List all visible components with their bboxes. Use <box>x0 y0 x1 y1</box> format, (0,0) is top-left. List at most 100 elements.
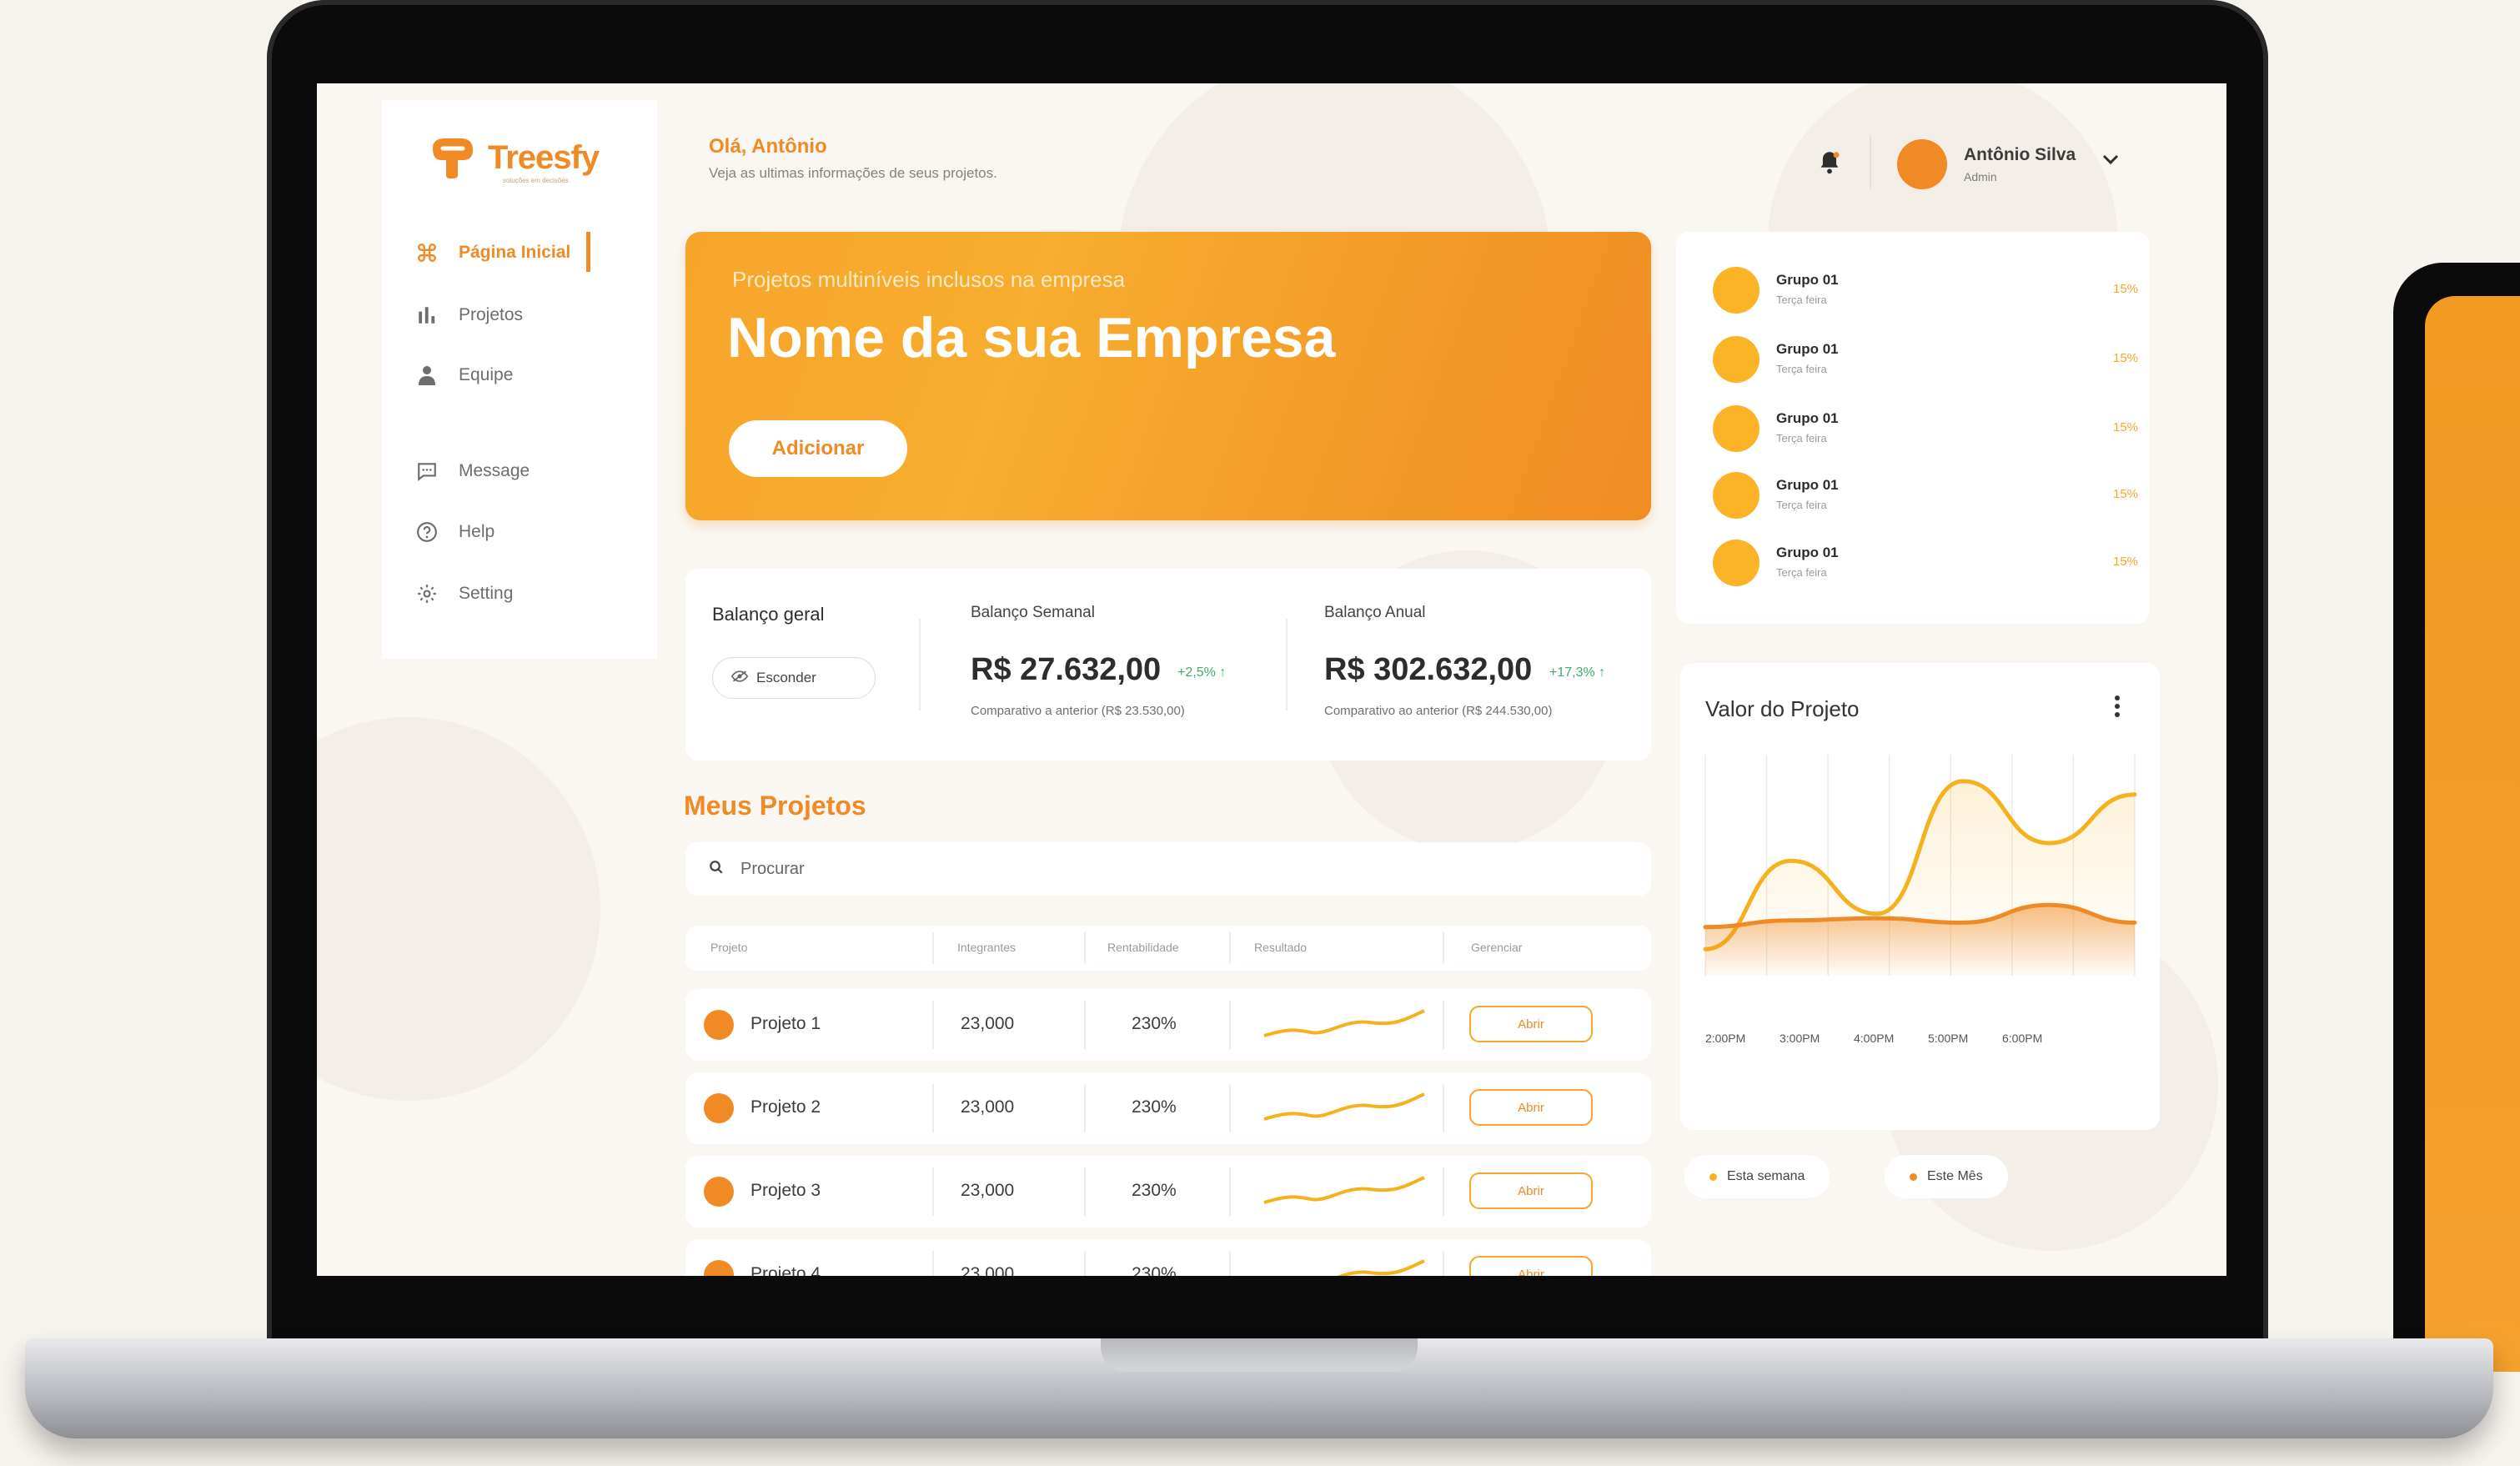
column-header: Gerenciar <box>1471 941 1523 954</box>
search-bar[interactable] <box>685 842 1651 896</box>
table-row[interactable]: Projeto 2 23,000 230% Abrir <box>685 1072 1651 1144</box>
projects-table-header: Projeto Integrantes Rentabilidade Result… <box>685 926 1651 971</box>
balance-card: Balanço geral Esconder Balanço Semanal R… <box>685 569 1651 761</box>
group-day: Terça feira <box>1776 499 1827 511</box>
project-value-card: Valor do Projeto 2:00PM 3:00PM 4:00PM 5:00P… <box>1680 663 2160 1130</box>
x-tick-label: 5:00PM <box>1928 1032 1968 1045</box>
annual-balance-value: R$ 302.632,00 <box>1324 652 1533 687</box>
arrow-up-icon: ↑ <box>1599 665 1606 680</box>
project-profit: 230% <box>1132 1097 1177 1117</box>
sidebar: Treesfy soluções em decisões Página Inic… <box>382 100 657 659</box>
group-name: Grupo 01 <box>1776 410 1839 426</box>
general-balance-label: Balanço geral <box>712 604 825 625</box>
project-name: Projeto 1 <box>750 1014 821 1033</box>
add-button[interactable]: Adicionar <box>729 420 907 477</box>
table-row[interactable]: Projeto 1 23,000 230% Abrir <box>685 989 1651 1061</box>
group-name: Grupo 01 <box>1776 341 1839 357</box>
table-row[interactable]: Projeto 3 23,000 230% Abrir <box>685 1156 1651 1228</box>
balance-divider <box>919 619 921 710</box>
sidebar-item-message[interactable]: Message <box>415 454 530 488</box>
more-options-icon[interactable] <box>2114 695 2121 722</box>
sidebar-item-help[interactable]: Help <box>415 515 494 549</box>
group-day: Terça feira <box>1776 294 1827 306</box>
treesfy-logo-icon <box>433 138 473 178</box>
column-header: Resultado <box>1254 941 1308 954</box>
legend-this-week[interactable]: Esta semana <box>1684 1155 1830 1198</box>
group-avatar <box>1713 267 1759 314</box>
table-row[interactable]: Projeto 4 23,000 230% Abrir <box>685 1239 1651 1276</box>
projects-title: Meus Projetos <box>684 791 866 821</box>
open-project-button[interactable]: Abrir <box>1469 1172 1593 1209</box>
project-avatar <box>704 1177 734 1207</box>
sidebar-item-projects[interactable]: Projetos <box>415 299 523 332</box>
user-name[interactable]: Antônio Silva <box>1964 145 2076 165</box>
bell-icon[interactable] <box>1818 150 1841 179</box>
group-percent: 15% <box>2113 487 2139 501</box>
group-day: Terça feira <box>1776 363 1827 375</box>
gear-icon <box>415 582 439 605</box>
column-divider <box>1084 1167 1086 1216</box>
avatar[interactable] <box>1897 139 1947 189</box>
column-header: Projeto <box>710 941 748 954</box>
chart-title: Valor do Projeto <box>1705 696 1860 721</box>
brand-tagline: soluções em decisões <box>503 177 569 184</box>
sidebar-item-label: Help <box>459 522 495 541</box>
arrow-up-icon: ↑ <box>1219 665 1227 680</box>
open-project-button[interactable]: Abrir <box>1469 1256 1593 1276</box>
open-project-button[interactable]: Abrir <box>1469 1006 1593 1042</box>
group-percent: 15% <box>2113 420 2139 434</box>
column-divider <box>932 1001 934 1049</box>
app-screen: Treesfy soluções em decisões Página Inic… <box>317 83 2226 1276</box>
command-icon <box>415 241 439 264</box>
hide-toggle-button[interactable]: Esconder <box>712 657 876 699</box>
legend-this-month[interactable]: Este Mês <box>1885 1155 2008 1198</box>
project-members: 23,000 <box>961 1014 1015 1033</box>
column-divider <box>1443 932 1444 964</box>
x-tick-label: 2:00PM <box>1705 1032 1745 1045</box>
column-divider <box>1229 1084 1231 1132</box>
sidebar-item-setting[interactable]: Setting <box>415 577 513 610</box>
weekly-balance-label: Balanço Semanal <box>971 604 1095 621</box>
group-avatar <box>1713 540 1759 586</box>
weekly-balance-note: Comparativo a anterior (R$ 23.530,00) <box>971 704 1185 718</box>
group-percent: 15% <box>2113 282 2139 296</box>
column-divider <box>932 1084 934 1132</box>
result-sparkline <box>1263 1009 1425 1037</box>
laptop-notch <box>1101 1338 1418 1372</box>
user-icon <box>415 364 439 387</box>
column-divider <box>1443 1001 1444 1049</box>
annual-balance-note: Comparativo ao anterior (R$ 244.530,00) <box>1324 704 1553 718</box>
group-avatar <box>1713 336 1759 383</box>
secondary-device-screen <box>2425 296 2520 1372</box>
sidebar-item-home[interactable]: Página Inicial <box>415 236 570 269</box>
header-divider <box>1870 135 1871 188</box>
annual-balance-label: Balanço Anual <box>1324 604 1426 621</box>
chevron-down-icon[interactable] <box>2101 153 2120 169</box>
greeting-subtitle: Veja as ultimas informações de seus proj… <box>709 165 997 181</box>
column-divider <box>1084 1251 1086 1276</box>
group-avatar <box>1713 472 1759 519</box>
column-divider <box>1229 1167 1231 1216</box>
x-tick-label: 3:00PM <box>1780 1032 1820 1045</box>
column-divider <box>1443 1084 1444 1132</box>
brand-logo[interactable]: Treesfy <box>428 135 600 180</box>
open-project-button[interactable]: Abrir <box>1469 1089 1593 1126</box>
active-nav-indicator <box>586 232 590 272</box>
sidebar-item-team[interactable]: Equipe <box>415 359 513 392</box>
greeting-title: Olá, Antônio <box>709 135 827 158</box>
banner-title: Nome da sua Empresa <box>727 306 1336 369</box>
project-name: Projeto 2 <box>750 1097 821 1117</box>
sidebar-item-label: Message <box>459 461 530 480</box>
brand-name: Treesfy <box>488 138 600 176</box>
search-input[interactable] <box>739 858 1493 880</box>
project-members: 23,000 <box>961 1181 1015 1200</box>
project-members: 23,000 <box>961 1097 1015 1117</box>
project-value-chart: 2:00PM 3:00PM 4:00PM 5:00PM 6:00PM <box>1703 755 2137 1045</box>
greeting-block: Olá, Antônio Veja as ultimas informações… <box>709 135 997 182</box>
column-divider <box>1229 932 1231 964</box>
column-divider <box>1229 1251 1231 1276</box>
project-profit: 230% <box>1132 1264 1177 1276</box>
sidebar-item-label: Setting <box>459 584 514 603</box>
weekly-balance-value: R$ 27.632,00 <box>971 652 1162 687</box>
column-header: Integrantes <box>957 941 1017 954</box>
